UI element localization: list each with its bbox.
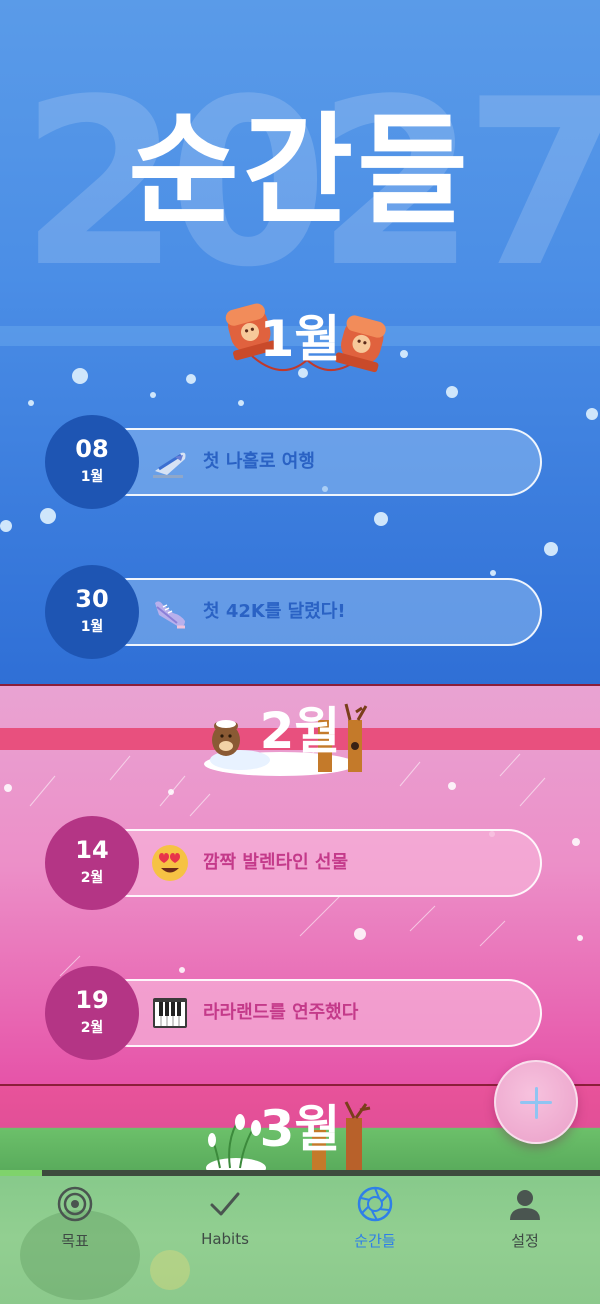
date-month: 2월	[80, 1020, 104, 1036]
year-progress-fill	[0, 1170, 42, 1176]
date-badge: 19 2월	[45, 966, 139, 1060]
person-icon	[510, 1190, 540, 1220]
moment-title: 깜짝 발렌타인 선물	[203, 852, 349, 873]
heart-eyes-emoji-icon	[152, 845, 188, 881]
date-month: 1월	[80, 619, 104, 635]
tab-settings[interactable]: 설정	[465, 1186, 585, 1251]
moment-card[interactable]: 라라랜드를 연주했다	[95, 979, 542, 1047]
target-icon	[57, 1186, 93, 1222]
tab-label: 순간들	[354, 1232, 396, 1250]
snowflake-dot	[586, 408, 598, 420]
snowflake-dot	[490, 570, 496, 576]
snowflake-dot	[28, 400, 34, 406]
page-title: 순간들	[128, 102, 472, 241]
moment-card[interactable]: 첫 나홀로 여행	[95, 428, 542, 496]
snowflake-dot	[186, 374, 196, 384]
tab-goals[interactable]: 목표	[15, 1186, 135, 1251]
tab-habits[interactable]: Habits	[165, 1186, 285, 1248]
snowflake-dot	[0, 520, 12, 532]
bottom-tab-bar: 목표 Habits 순간들 설정	[0, 1170, 600, 1304]
moment-title: 첫 42K를 달렸다!	[203, 601, 346, 622]
month-label-february: 2월	[259, 702, 341, 760]
bullet-train-icon	[153, 452, 186, 478]
date-badge: 14 2월	[45, 816, 139, 910]
snowflake-dot	[446, 386, 458, 398]
moment-card[interactable]: 깜짝 발렌타인 선물	[95, 829, 542, 897]
checkmark-icon	[210, 1192, 240, 1216]
month-section-january: 2027 순간들 1월 첫 나홀로 여행 08 1월 첫 42K를 달렸다! 3…	[0, 0, 600, 686]
piano-keys-icon	[153, 998, 187, 1028]
tab-label: Habits	[201, 1230, 249, 1248]
year-progress-bar	[0, 1170, 600, 1176]
month-section-february: 2월 깜짝 발렌타인 선물 14 2월 라라랜드를 연주했다 19 2월	[0, 686, 600, 1086]
snowflake-dot	[238, 400, 244, 406]
moment-title: 라라랜드를 연주했다	[203, 1002, 359, 1023]
snowflake-dot	[40, 508, 56, 524]
moment-title: 첫 나홀로 여행	[203, 451, 315, 472]
date-badge: 30 1월	[45, 565, 139, 659]
month-label-january: 1월	[259, 310, 341, 368]
snowflake-dot	[400, 350, 408, 358]
add-moment-button[interactable]	[494, 1060, 578, 1144]
tab-label: 목표	[61, 1232, 89, 1250]
snowflake-dot	[72, 368, 88, 384]
date-badge: 08 1월	[45, 415, 139, 509]
tab-label: 설정	[511, 1232, 539, 1250]
snowflake-dot	[374, 512, 388, 526]
date-day: 30	[75, 585, 109, 613]
date-month: 1월	[80, 469, 104, 485]
snowflake-dot	[298, 368, 308, 378]
snowflake-dot	[150, 392, 156, 398]
date-day: 19	[75, 986, 109, 1014]
date-day: 14	[75, 836, 109, 864]
moment-card[interactable]: 첫 42K를 달렸다!	[95, 578, 542, 646]
snowflake-dot	[544, 542, 558, 556]
date-day: 08	[75, 435, 109, 463]
running-shoe-icon	[155, 601, 185, 629]
tab-moments[interactable]: 순간들	[315, 1186, 435, 1251]
aperture-icon	[357, 1186, 393, 1222]
date-month: 2월	[80, 870, 104, 886]
